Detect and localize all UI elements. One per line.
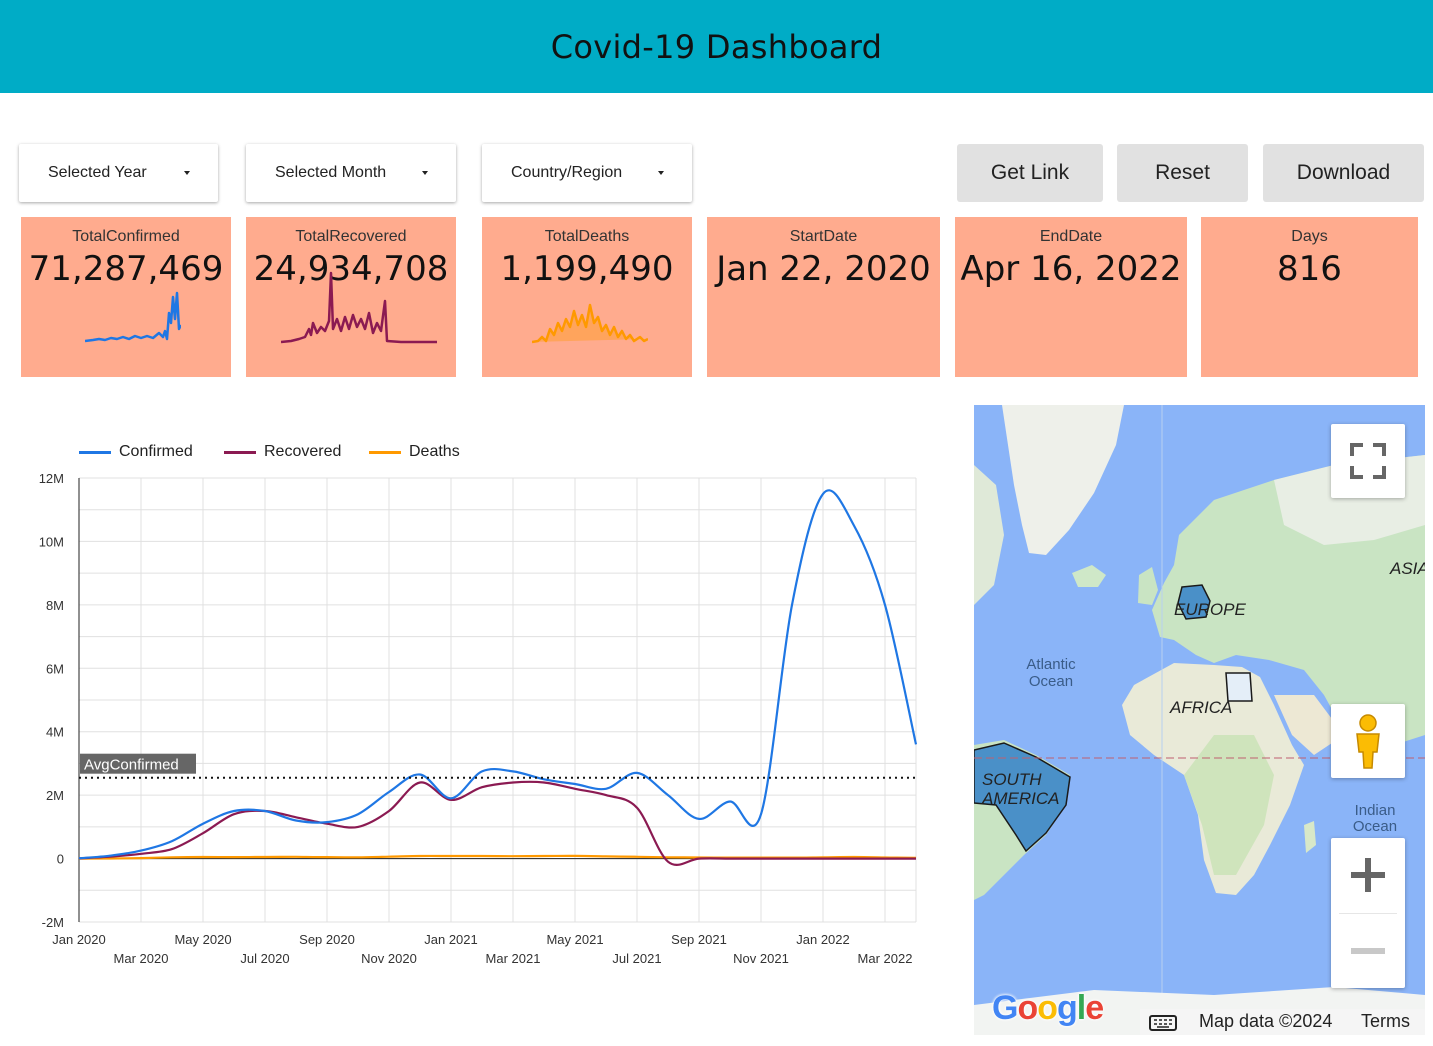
kpi-total-confirmed: TotalConfirmed 71,287,469 (21, 217, 231, 377)
kpi-label: TotalDeaths (544, 228, 630, 245)
kpi-value: 816 (1277, 249, 1342, 289)
north-america-landmass (974, 465, 1004, 605)
kpi-value: 1,199,490 (500, 249, 674, 289)
world-map[interactable]: Atlantic Ocean EUROPE AFRICA SOUTH AMERI… (974, 405, 1425, 1035)
chevron-down-icon (184, 171, 190, 175)
y-tick-label: 2M (46, 788, 64, 803)
deaths-sparkline (532, 303, 648, 344)
year-filter-label: Selected Year (48, 164, 147, 181)
reference-line-label: AvgConfirmed (84, 757, 179, 774)
y-tick-label: 6M (46, 661, 64, 676)
x-tick-label: Jan 2022 (796, 932, 850, 947)
series-line-confirmed (78, 489, 918, 860)
x-tick-label: Nov 2020 (361, 951, 417, 966)
x-tick-label: Mar 2020 (114, 951, 169, 966)
plus-icon (1351, 858, 1385, 892)
map-label-africa: AFRICA (1170, 698, 1233, 717)
download-button[interactable]: Download (1263, 144, 1424, 202)
confirmed-sparkline (85, 291, 181, 343)
kpi-total-recovered: TotalRecovered 24,934,708 (246, 217, 456, 377)
zoom-out-button[interactable] (1331, 914, 1405, 988)
x-tick-label: Sep 2020 (299, 932, 355, 947)
kpi-total-deaths: TotalDeaths 1,199,490 (482, 217, 692, 377)
map-label-asia: ASIA (1390, 559, 1425, 578)
y-tick-label: 4M (46, 725, 64, 740)
iceland-landmass (1072, 565, 1106, 587)
y-tick-label: 0 (57, 852, 64, 867)
kpi-label: Days (1291, 228, 1328, 245)
kpi-value: Jan 22, 2020 (716, 249, 931, 289)
chevron-down-icon (422, 171, 428, 175)
x-tick-label: Jul 2020 (240, 951, 289, 966)
kpi-label: TotalConfirmed (72, 228, 180, 245)
x-tick-label: Mar 2021 (486, 951, 541, 966)
keyboard-icon[interactable] (1149, 1015, 1177, 1031)
year-filter-dropdown[interactable]: Selected Year (19, 144, 218, 202)
map-attribution-bar: Map data ©2024 Terms (1140, 1009, 1425, 1035)
x-tick-label: May 2021 (546, 932, 603, 947)
kpi-value: 71,287,469 (28, 249, 224, 289)
y-tick-label: 12M (39, 471, 64, 486)
reset-button[interactable]: Reset (1117, 144, 1248, 202)
x-tick-label: Mar 2022 (858, 951, 913, 966)
kpi-start-date: StartDate Jan 22, 2020 (707, 217, 940, 377)
pegman-icon (1356, 714, 1380, 769)
page-title: Covid-19 Dashboard (550, 27, 883, 66)
x-tick-label: Jul 2021 (612, 951, 661, 966)
get-link-button[interactable]: Get Link (957, 144, 1103, 202)
dashboard-header: Covid-19 Dashboard (0, 0, 1433, 93)
x-tick-label: Jan 2020 (52, 932, 106, 947)
madagascar-landmass (1304, 821, 1316, 853)
kpi-label: EndDate (1039, 228, 1103, 245)
x-tick-label: Nov 2021 (733, 951, 789, 966)
zoom-in-button[interactable] (1331, 838, 1405, 912)
map-label-south-america: SOUTH AMERICA (982, 770, 1060, 808)
google-logo: Google (992, 989, 1104, 1027)
zoom-control (1331, 838, 1405, 988)
map-label-atlantic: Atlantic Ocean (1026, 656, 1076, 690)
y-tick-label: 8M (46, 598, 64, 613)
y-tick-label: -2M (42, 915, 64, 930)
kpi-value: Apr 16, 2022 (960, 249, 1182, 289)
y-tick-label: 10M (39, 534, 64, 549)
recovered-sparkline (281, 271, 437, 344)
kpi-days: Days 816 (1201, 217, 1418, 377)
map-terms-link[interactable]: Terms (1361, 1011, 1410, 1032)
map-data-attribution: Map data ©2024 (1199, 1011, 1333, 1031)
uk-landmass (1138, 567, 1158, 605)
chevron-down-icon (658, 171, 664, 175)
x-tick-label: Jan 2021 (424, 932, 478, 947)
country-filter-dropdown[interactable]: Country/Region (482, 144, 692, 202)
fullscreen-button[interactable] (1331, 424, 1405, 498)
kpi-end-date: EndDate Apr 16, 2022 (955, 217, 1187, 377)
month-filter-label: Selected Month (275, 164, 387, 181)
x-tick-label: May 2020 (174, 932, 231, 947)
country-filter-label: Country/Region (511, 164, 623, 181)
map-label-europe: EUROPE (1174, 600, 1246, 619)
egypt-region (1225, 672, 1253, 702)
greenland-landmass (1002, 405, 1124, 555)
minus-icon (1351, 948, 1385, 954)
street-view-pegman-button[interactable] (1331, 704, 1405, 778)
x-tick-label: Sep 2021 (671, 932, 727, 947)
kpi-label: StartDate (789, 228, 858, 245)
map-label-indian: Indian Ocean (1352, 802, 1398, 835)
trend-line-chart: 12M 10M 8M 6M 4M 2M 0 -2M Jan 2020 Mar 2020 May 20… (39, 471, 918, 966)
kpi-label: TotalRecovered (295, 228, 407, 245)
fullscreen-icon (1350, 443, 1386, 479)
month-filter-dropdown[interactable]: Selected Month (246, 144, 456, 202)
